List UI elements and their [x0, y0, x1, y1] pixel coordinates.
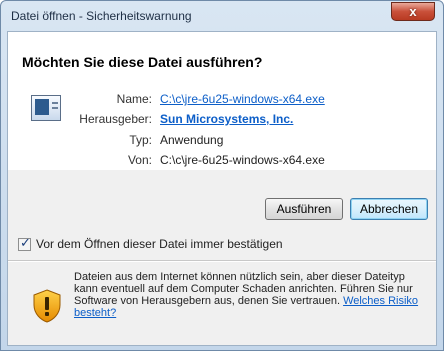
dialog-body: Möchten Sie diese Datei ausführen? Name:…	[7, 31, 437, 346]
type-value: Anwendung	[160, 133, 224, 147]
close-button[interactable]: x	[391, 2, 435, 21]
publisher-label: Herausgeber:	[79, 112, 152, 126]
name-label: Name:	[116, 92, 152, 106]
from-value: C:\c\jre-6u25-windows-x64.exe	[160, 153, 325, 167]
from-label: Von:	[127, 153, 152, 167]
always-confirm-row[interactable]: ✓ Vor dem Öffnen dieser Datei immer best…	[18, 234, 283, 251]
always-confirm-label: Vor dem Öffnen dieser Datei immer bestät…	[36, 237, 283, 251]
run-button[interactable]: Ausführen	[265, 198, 343, 220]
check-icon: ✓	[20, 234, 31, 250]
security-warning-dialog: Datei öffnen - Sicherheitswarnung x Möch…	[0, 0, 444, 351]
details-panel: Möchten Sie diese Datei ausführen? Name:…	[8, 32, 436, 170]
title-bar[interactable]: Datei öffnen - Sicherheitswarnung x	[1, 1, 443, 31]
question-heading: Möchten Sie diese Datei ausführen?	[22, 54, 263, 70]
shield-warning-icon	[33, 289, 61, 323]
type-label: Typ:	[129, 133, 152, 147]
warning-message: Dateien aus dem Internet können nützlich…	[74, 271, 430, 319]
publisher-link[interactable]: Sun Microsystems, Inc.	[160, 112, 293, 126]
always-confirm-checkbox[interactable]: ✓	[18, 234, 31, 251]
name-link[interactable]: C:\c\jre-6u25-windows-x64.exe	[160, 92, 325, 106]
window-title: Datei öffnen - Sicherheitswarnung	[11, 9, 192, 23]
close-icon: x	[409, 4, 417, 19]
cancel-button[interactable]: Abbrechen	[350, 198, 428, 220]
